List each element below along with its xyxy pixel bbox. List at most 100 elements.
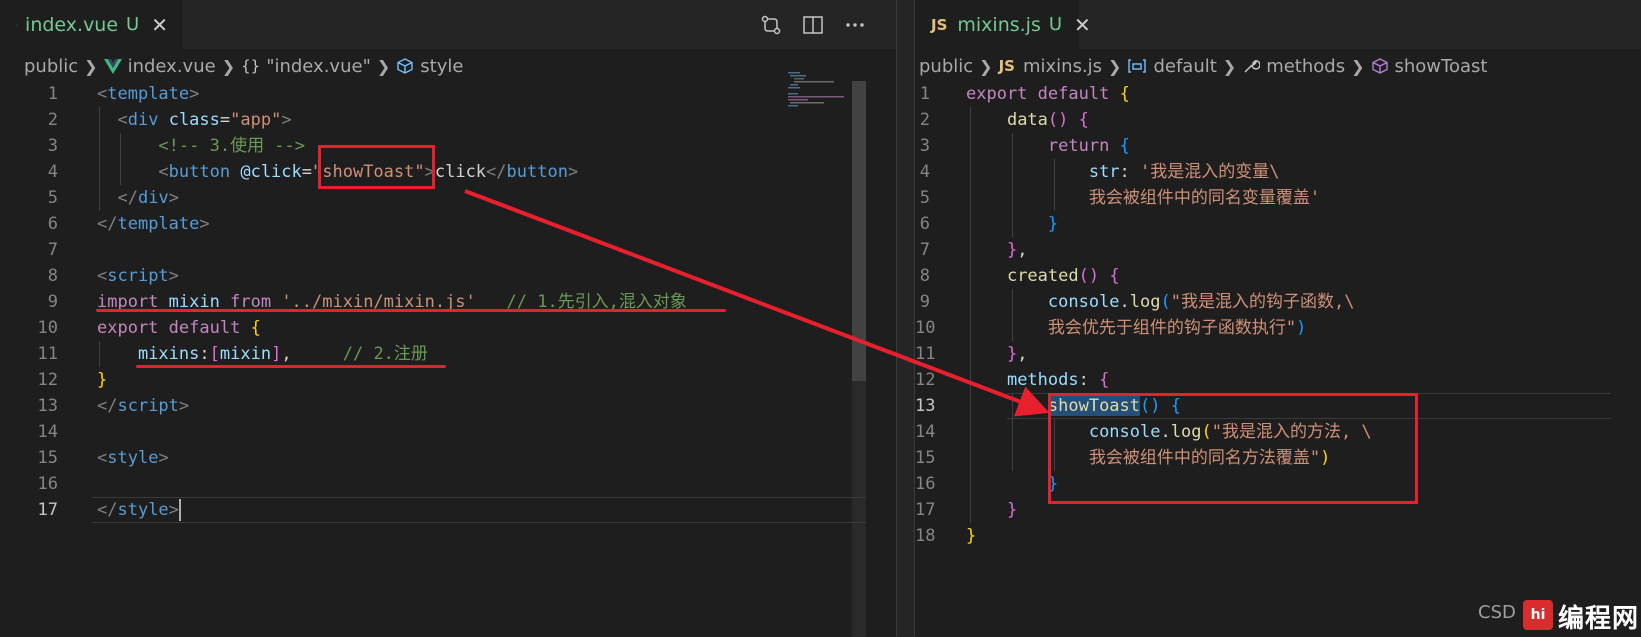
breadcrumb-symbol[interactable]: showToast: [1395, 56, 1488, 77]
code-line[interactable]: 2 data() {: [915, 107, 1641, 133]
breadcrumb-symbol[interactable]: style: [420, 56, 463, 77]
more-actions-icon[interactable]: [844, 14, 866, 36]
line-text: </div>: [97, 185, 179, 211]
code-line[interactable]: 12 methods: {: [915, 367, 1641, 393]
code-token: (): [1047, 110, 1069, 130]
line-number: 9: [919, 292, 930, 312]
left-tab-bar: index.vue U ✕: [0, 0, 896, 49]
code-token: @click: [240, 162, 302, 182]
tab-mixins-js[interactable]: JS mixins.js U ✕: [915, 0, 1091, 49]
code-line[interactable]: 17 </style>: [0, 497, 896, 523]
code-token: created: [1006, 266, 1079, 286]
code-line[interactable]: 10 我会优先于组件的钩子函数执行"): [915, 315, 1641, 341]
code-line[interactable]: 8 <script>: [0, 263, 896, 289]
breadcrumb-property[interactable]: methods: [1266, 56, 1345, 77]
js-file-icon: JS: [998, 57, 1015, 75]
indent-guide: [99, 341, 100, 367]
code-token: >: [281, 110, 292, 130]
close-icon[interactable]: ✕: [151, 13, 168, 37]
code-line[interactable]: 1 export default {: [915, 81, 1641, 107]
code-line[interactable]: 8 created() {: [915, 263, 1641, 289]
chevron-right-icon: ❯: [1222, 56, 1237, 76]
wrench-icon: [1244, 59, 1261, 73]
code-line[interactable]: 11 mixins:[mixin], // 2.注册: [0, 341, 896, 367]
line-text: 我会被组件中的同名变量覆盖': [966, 185, 1320, 211]
code-line[interactable]: 6 }: [915, 211, 1641, 237]
breadcrumb-file[interactable]: mixins.js: [1023, 56, 1102, 77]
line-number: 11: [37, 344, 58, 364]
line-number: 14: [37, 422, 58, 442]
tab-label: index.vue: [25, 13, 119, 36]
code-line[interactable]: 10 export default {: [0, 315, 896, 341]
code-line[interactable]: 9 console.log("我是混入的钩子函数,\: [915, 289, 1641, 315]
compare-changes-icon[interactable]: [760, 14, 782, 36]
breadcrumb-file[interactable]: index.vue: [128, 56, 216, 77]
code-line[interactable]: 7: [0, 237, 896, 263]
code-token: >: [189, 84, 200, 104]
code-line[interactable]: 1 <template>: [0, 81, 896, 107]
code-token: class: [168, 110, 220, 130]
line-number: 10: [37, 318, 58, 338]
line-number: 5: [47, 188, 58, 208]
code-token: <: [97, 84, 108, 104]
code-token: </: [97, 500, 118, 520]
line-number: 11: [915, 344, 936, 364]
code-line[interactable]: 14: [0, 419, 896, 445]
breadcrumb-export[interactable]: default: [1153, 56, 1216, 77]
breadcrumb-folder[interactable]: public: [919, 56, 973, 77]
code-line[interactable]: 2 <div class="app">: [0, 107, 896, 133]
code-token: script: [107, 266, 169, 286]
editor-group-divider[interactable]: [896, 0, 915, 637]
code-line[interactable]: 13 </script>: [0, 393, 896, 419]
code-line[interactable]: 5 我会被组件中的同名变量覆盖': [915, 185, 1641, 211]
code-line[interactable]: 15 <style>: [0, 445, 896, 471]
line-text: }: [97, 367, 107, 393]
code-token: :: [1078, 370, 1100, 390]
split-editor-icon[interactable]: [802, 14, 824, 36]
code-line[interactable]: 16: [0, 471, 896, 497]
code-line[interactable]: 6 </template>: [0, 211, 896, 237]
code-line[interactable]: 3 return {: [915, 133, 1641, 159]
line-text: </script>: [97, 393, 189, 419]
code-line[interactable]: 11 },: [915, 341, 1641, 367]
code-token: >: [168, 500, 179, 520]
code-token: }: [97, 370, 108, 390]
breadcrumb-folder[interactable]: public: [24, 56, 78, 77]
code-line[interactable]: 4 <button @click="showToast">click</butt…: [0, 159, 896, 185]
code-token: {: [1109, 266, 1120, 286]
line-number: 7: [47, 240, 58, 260]
indent-guide: [99, 107, 100, 211]
code-token: export: [966, 84, 1028, 104]
code-line[interactable]: 7 },: [915, 237, 1641, 263]
vue-file-icon: [16, 24, 18, 25]
line-number: 3: [47, 136, 58, 156]
code-line[interactable]: 4 str: '我是混入的变量\: [915, 159, 1641, 185]
code-line[interactable]: 3 <!-- 3.使用 -->: [0, 133, 896, 159]
code-token: template: [107, 84, 190, 104]
breadcrumb: public ❯ index.vue ❯ {} "index.vue" ❯ st…: [0, 52, 896, 80]
code-line[interactable]: 18}: [915, 523, 1641, 549]
code-token: >: [168, 188, 179, 208]
line-text: methods: {: [966, 367, 1109, 393]
line-text: <style>: [97, 445, 169, 471]
code-line[interactable]: 5 </div>: [0, 185, 896, 211]
tab-index-vue[interactable]: index.vue U ✕: [0, 0, 182, 49]
code-token: >: [567, 162, 579, 182]
close-icon[interactable]: ✕: [1074, 13, 1091, 37]
line-number: 6: [919, 214, 930, 234]
text-cursor: [178, 499, 181, 521]
code-token: >: [178, 396, 190, 416]
code-token: mixins: [137, 344, 200, 364]
breadcrumb-module[interactable]: "index.vue": [266, 56, 371, 77]
indent-guide: [120, 133, 121, 185]
code-line[interactable]: 12}: [0, 367, 896, 393]
code-token: script: [117, 396, 179, 416]
tab-label: mixins.js: [957, 13, 1041, 36]
